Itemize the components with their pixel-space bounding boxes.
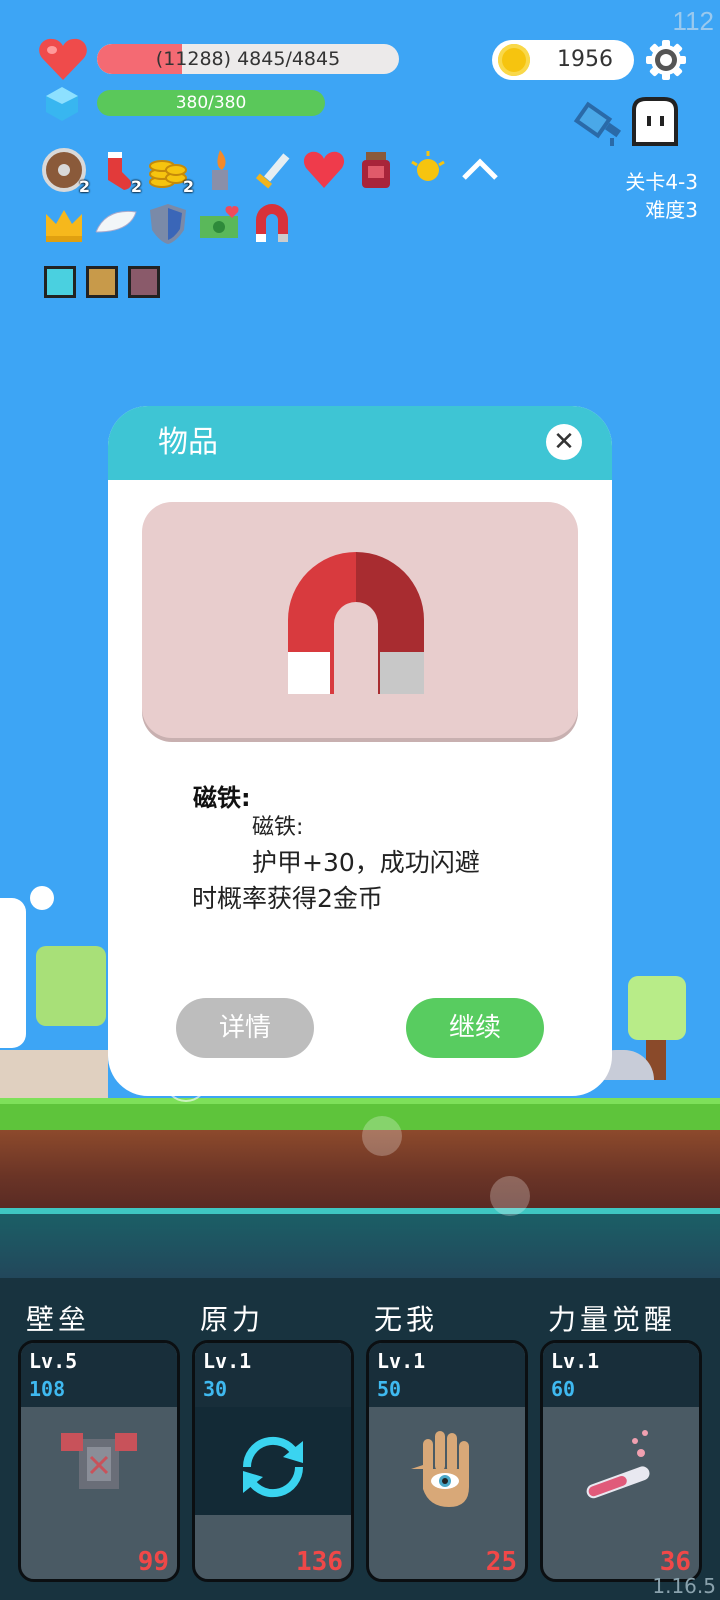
desc-line: 护甲+30，成功闪避: [252, 848, 480, 877]
mp-bar: 380/380: [97, 90, 325, 116]
refresh-icon: [242, 1436, 304, 1498]
eye-hand-icon: [411, 1431, 469, 1507]
gold-amount: 1956: [557, 47, 613, 72]
buff-row-2: [42, 202, 294, 246]
sword-tile-icon[interactable]: [128, 266, 160, 298]
cloud: [30, 886, 54, 910]
coin-icon: [498, 44, 530, 76]
buff-row-1: 2 2 2: [42, 148, 502, 196]
pixel-tree: [36, 946, 106, 1026]
skill-title: 壁垒: [26, 1303, 91, 1336]
version-label: 1.16.5: [652, 1574, 716, 1598]
ghost-icon[interactable]: [630, 96, 680, 148]
fps-counter: 112: [672, 6, 714, 36]
item-preview: [142, 502, 578, 738]
wings-icon[interactable]: [94, 202, 138, 246]
pixel-fence: [0, 1050, 108, 1098]
buff-count: 2: [130, 177, 142, 196]
skill-level: Lv.1: [551, 1349, 600, 1373]
skill-card-fortress[interactable]: Lv.5 108 99: [18, 1340, 180, 1582]
bubble: [490, 1176, 530, 1216]
pixel-tree: [628, 976, 686, 1040]
heart-icon: [39, 38, 87, 80]
stage-label: 关卡4-3: [625, 170, 698, 194]
heart-icon[interactable]: [302, 148, 346, 192]
round-shield-icon[interactable]: 2: [42, 148, 90, 196]
mp-text: 380/380: [175, 93, 247, 113]
stage-info: 关卡4-3 难度3: [625, 168, 698, 224]
skill-cost: 30: [203, 1377, 228, 1401]
magnet-icon[interactable]: [250, 202, 294, 246]
skill-level: Lv.1: [377, 1349, 426, 1373]
buff-count: 2: [182, 177, 194, 196]
skill-count: 99: [137, 1547, 169, 1577]
sword-icon[interactable]: [250, 148, 294, 192]
potion-tube-icon: [586, 1430, 650, 1499]
bubble: [362, 1116, 402, 1156]
water-layer: [0, 1208, 720, 1284]
light-gem-icon[interactable]: [44, 266, 76, 298]
close-button[interactable]: ✕: [546, 424, 582, 460]
crown-icon[interactable]: [42, 202, 86, 246]
skill-level: Lv.5: [29, 1349, 78, 1373]
dialog-header: 物品 ✕: [108, 406, 612, 480]
skill-card-power-awaken[interactable]: Lv.1 60 36: [540, 1340, 702, 1582]
pixel-tool-icon[interactable]: [572, 98, 628, 148]
close-icon: ✕: [553, 427, 575, 457]
mana-gem-icon: [46, 87, 78, 121]
buff-count: 2: [78, 177, 90, 196]
skill-title: 无我: [374, 1303, 439, 1336]
cloud: [0, 898, 26, 1048]
armor-tile-icon[interactable]: [86, 266, 118, 298]
desc-line: 时概率获得2金币: [192, 884, 383, 913]
skill-count: 136: [296, 1547, 343, 1577]
skill-cost: 60: [551, 1377, 576, 1401]
jam-jar-icon[interactable]: [354, 148, 398, 192]
item-description: 磁铁: 护甲+30，成功闪避 时概率获得2金币: [192, 811, 552, 917]
skill-title: 原力: [200, 1303, 265, 1336]
details-button[interactable]: 详情: [176, 998, 314, 1058]
item-dialog: 物品 ✕ 磁铁: 磁铁: 护甲+30，成功闪避 时概率获得2金币 详情 继续: [108, 406, 612, 1096]
skill-cost: 108: [29, 1377, 66, 1401]
red-sock-icon[interactable]: 2: [94, 148, 142, 196]
continue-button[interactable]: 继续: [406, 998, 544, 1058]
flame-statue-icon[interactable]: [198, 148, 242, 192]
gold-counter: 1956: [492, 40, 634, 80]
skill-count: 25: [485, 1547, 517, 1577]
armor-icon: [61, 1433, 137, 1489]
skill-card-force[interactable]: Lv.1 30 136: [192, 1340, 354, 1582]
skill-count: 36: [659, 1547, 691, 1577]
hp-bar: (11288) 4845/4845: [97, 44, 399, 74]
sun-orb-icon[interactable]: [406, 148, 450, 192]
magnet-icon: [288, 552, 424, 694]
skill-level: Lv.1: [203, 1349, 252, 1373]
desc-line: 磁铁:: [252, 815, 304, 840]
hp-text: (11288) 4845/4845: [155, 48, 341, 70]
item-name: 磁铁:: [193, 784, 251, 812]
dialog-title: 物品: [158, 425, 218, 460]
skill-title: 力量觉醒: [548, 1303, 677, 1336]
dirt-layer: [0, 1130, 720, 1208]
gear-icon[interactable]: [644, 38, 688, 82]
buff-row-3: [44, 266, 160, 298]
chevron-up-icon[interactable]: [458, 148, 502, 192]
difficulty-label: 难度3: [645, 198, 698, 222]
shield-icon[interactable]: [146, 202, 190, 246]
skill-card-selfless[interactable]: Lv.1 50 25: [366, 1340, 528, 1582]
skill-cost: 50: [377, 1377, 402, 1401]
cash-heart-icon[interactable]: [198, 202, 242, 246]
gold-coins-icon[interactable]: 2: [146, 148, 194, 196]
